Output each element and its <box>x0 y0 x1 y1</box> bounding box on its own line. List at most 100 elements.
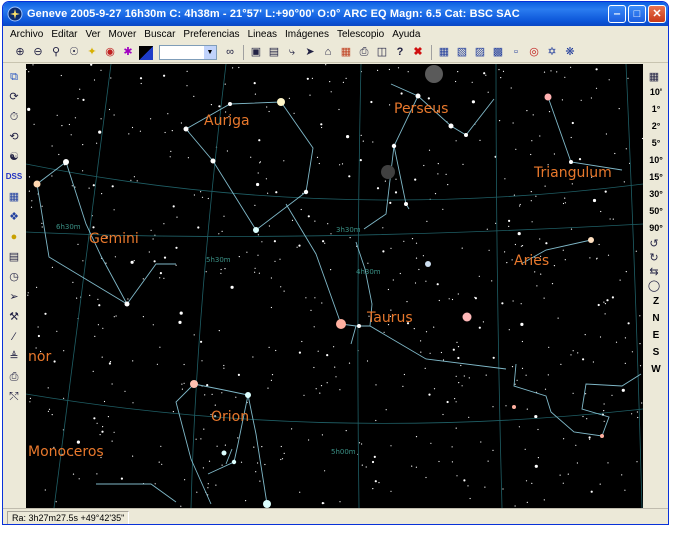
calendar-icon[interactable]: ▤ <box>7 250 21 264</box>
star-alnilam[interactable] <box>221 450 227 456</box>
rotate-right-icon[interactable]: ↻ <box>647 251 661 265</box>
label-taurus[interactable]: Taurus <box>366 310 413 326</box>
star-hamal[interactable] <box>588 237 594 243</box>
label-perseus[interactable]: Perseus <box>394 101 448 117</box>
star-rigel[interactable] <box>263 500 271 508</box>
observatory-icon[interactable]: ⌂ <box>321 46 335 60</box>
menu-lineas[interactable]: Lineas <box>244 29 281 40</box>
sky-map[interactable]: 6h30m 5h30m 4h30m 3h30m 5h00m Perseus Au… <box>26 64 643 508</box>
zoom-reset-icon[interactable]: ☉ <box>67 46 81 60</box>
calendar-icon[interactable]: ▦ <box>339 46 353 60</box>
label-gemini[interactable]: Gemini <box>89 231 139 247</box>
ruler-icon[interactable]: ≜ <box>7 350 21 364</box>
save-image-icon[interactable]: ◫ <box>375 46 389 60</box>
clock-icon[interactable]: ◷ <box>7 270 21 284</box>
star-chart-canvas[interactable]: 6h30m 5h30m 4h30m 3h30m 5h00m Perseus Au… <box>26 64 643 508</box>
globe-icon[interactable]: ☯ <box>7 150 21 164</box>
pleiades-cluster[interactable] <box>425 261 431 267</box>
fov-button-2deg[interactable]: 2° <box>652 118 661 135</box>
fov-button-1deg[interactable]: 1° <box>652 101 661 118</box>
label-monoceros-partial[interactable]: nor <box>28 349 51 365</box>
zoom-region-icon[interactable]: ⚲ <box>49 46 63 60</box>
deep-sky-object[interactable] <box>381 165 395 179</box>
label-aries[interactable]: Aries <box>514 253 549 269</box>
compass-west-button[interactable]: W <box>651 361 660 378</box>
telescope-target-icon[interactable]: ◉ <box>103 46 117 60</box>
minimize-button[interactable]: ‒ <box>608 5 626 23</box>
compass-zenith-button[interactable]: Z <box>653 293 659 310</box>
menu-mover[interactable]: Mover <box>105 29 141 40</box>
menu-archivo[interactable]: Archivo <box>6 29 47 40</box>
compass-south-button[interactable]: S <box>653 344 660 361</box>
fov-button-90deg[interactable]: 90° <box>649 220 663 237</box>
star-planet-mars[interactable] <box>462 312 472 322</box>
title-bar[interactable]: Geneve 2005-9-27 16h30m C: 4h38m - 21°57… <box>3 2 668 26</box>
horizon-icon[interactable]: ◯ <box>647 279 661 293</box>
compass-north-button[interactable]: N <box>652 310 659 327</box>
fov-button-10min[interactable]: 10' <box>650 84 662 101</box>
menu-ayuda[interactable]: Ayuda <box>388 29 424 40</box>
label-monoceros[interactable]: Monoceros <box>28 444 104 460</box>
menu-telescopio[interactable]: Telescopio <box>333 29 388 40</box>
star-capella[interactable] <box>277 98 285 106</box>
deep-sky-object[interactable] <box>425 65 443 83</box>
grid-toggle-icon[interactable]: ▦ <box>647 70 661 84</box>
fov-button-30deg[interactable]: 30° <box>649 186 663 203</box>
close-button[interactable]: ✕ <box>648 5 666 23</box>
pointer-icon[interactable]: ➢ <box>7 290 21 304</box>
zoom-in-icon[interactable]: ⊕ <box>13 46 27 60</box>
rotate-icon[interactable]: ⟳ <box>7 90 21 104</box>
butterfly-icon[interactable]: ❖ <box>7 210 21 224</box>
star-algol[interactable] <box>391 143 397 149</box>
star-mirfak[interactable] <box>448 123 454 129</box>
bulb-icon[interactable]: ● <box>7 230 21 244</box>
comet-icon[interactable]: ➤ <box>303 46 317 60</box>
fov-button-50deg[interactable]: 50° <box>649 203 663 220</box>
rotate-left-icon[interactable]: ↺ <box>647 237 661 251</box>
print-icon[interactable]: ⎙ <box>357 46 371 60</box>
find-star-icon[interactable]: ✦ <box>85 46 99 60</box>
printer-icon[interactable]: ⎙ <box>7 370 21 384</box>
properties-icon[interactable]: ▤ <box>267 46 281 60</box>
constellation-lines-icon[interactable]: ▧ <box>455 46 469 60</box>
star-icon[interactable]: ✡ <box>545 46 559 60</box>
menu-editar[interactable]: Editar <box>47 29 81 40</box>
fov-button-5deg[interactable]: 5° <box>652 135 661 152</box>
compass-east-button[interactable]: E <box>653 327 660 344</box>
binoculars-icon[interactable]: ∞ <box>223 46 237 60</box>
save-icon[interactable]: ▣ <box>249 46 263 60</box>
galaxy-icon[interactable]: ▫ <box>509 46 523 60</box>
star-aldebaran[interactable] <box>336 319 346 329</box>
constellation-figures-icon[interactable]: ▨ <box>473 46 487 60</box>
maximize-button[interactable]: □ <box>628 5 646 23</box>
star-bellatrix[interactable] <box>245 392 251 398</box>
close-chart-icon[interactable]: ✖ <box>411 46 425 60</box>
star-elnath[interactable] <box>253 227 259 233</box>
constellation-boundaries-icon[interactable]: ▦ <box>437 46 451 60</box>
label-triangulum[interactable]: Triangulum <box>533 165 612 181</box>
copy-icon[interactable]: ⧉ <box>7 70 21 84</box>
line-icon[interactable]: ∕ <box>7 330 21 344</box>
menu-buscar[interactable]: Buscar <box>140 29 179 40</box>
timer-icon[interactable]: ⏱ <box>7 110 21 124</box>
label-auriga[interactable]: Auriga <box>204 113 250 129</box>
planet-icon[interactable]: ▩ <box>491 46 505 60</box>
tools-icon[interactable]: ⚒ <box>7 310 21 324</box>
grid-icon[interactable] <box>139 45 153 60</box>
fov-button-10deg[interactable]: 10° <box>649 152 663 169</box>
help-icon[interactable]: ? <box>393 46 407 60</box>
star-pollux[interactable] <box>33 180 41 188</box>
zoom-select[interactable]: ▼ <box>159 45 217 60</box>
target-icon[interactable]: ◎ <box>527 46 541 60</box>
menu-imagenes[interactable]: Imágenes <box>281 29 333 40</box>
nebula-icon[interactable]: ❋ <box>563 46 577 60</box>
label-orion[interactable]: Orion <box>211 409 249 425</box>
zoom-out-icon[interactable]: ⊖ <box>31 46 45 60</box>
star-betelgeuse[interactable] <box>190 380 198 388</box>
map-icon[interactable]: ▦ <box>7 190 21 204</box>
dss-icon[interactable]: DSS <box>6 170 22 184</box>
color-scheme-icon[interactable]: ✱ <box>121 46 135 60</box>
measure-icon[interactable]: ⤲ <box>7 390 21 404</box>
star-alhena[interactable] <box>124 301 130 307</box>
star-castor[interactable] <box>63 159 69 165</box>
